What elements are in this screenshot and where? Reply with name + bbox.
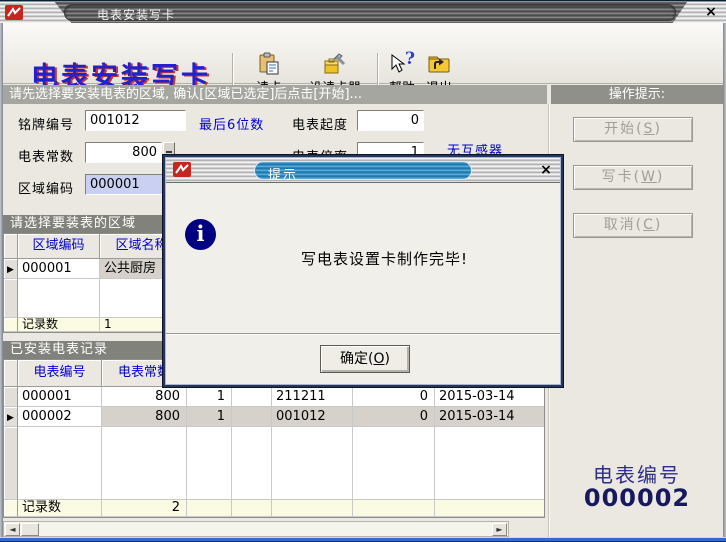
table-filler-row — [4, 427, 544, 500]
table-cell: 000001 — [18, 387, 102, 407]
table-row[interactable]: 000001 800 1 211211 0 2015-03-14 — [4, 387, 544, 407]
scrollbar-thumb[interactable] — [21, 523, 39, 536]
meter-number-value: 000002 — [551, 484, 723, 512]
constant-label: 电表常数 — [18, 146, 74, 165]
app-window: 电表安装写卡 × 电表安装写卡 读卡 — [0, 0, 726, 542]
record-count-label: 记录数 — [18, 318, 100, 332]
table-cell: 000001 — [18, 259, 100, 279]
table-cell: 1 — [187, 387, 232, 407]
window-bottom-edge — [0, 537, 726, 542]
message-dialog: 提示 × i 写电表设置卡制作完毕! 确定(O) — [163, 155, 563, 387]
table-row[interactable]: ▶ 000002 800 1 001012 0 2015-03-14 — [4, 407, 544, 427]
table-cell: 000002 — [18, 407, 102, 427]
ops-panel-title: 操作提示: — [551, 85, 723, 104]
header-cell: 电表编号 — [18, 360, 102, 387]
nameplate-input[interactable] — [85, 110, 186, 131]
dialog-separator — [166, 333, 560, 335]
scroll-right-button[interactable]: ► — [492, 523, 507, 536]
reader-setup-icon — [323, 52, 347, 76]
start-reading-input[interactable] — [357, 110, 424, 131]
app-logo-icon — [5, 5, 23, 24]
exit-icon — [427, 52, 451, 76]
horizontal-scrollbar[interactable]: ◄ ► — [3, 521, 509, 537]
dialog-close-button[interactable]: × — [538, 162, 554, 178]
window-left-edge — [0, 23, 3, 537]
instruction-bar: 请先选择要安装电表的区域, 确认[区域已选定]后点击[开始]... — [3, 85, 547, 104]
dialog-titlebar: 提示 × — [166, 158, 560, 183]
card-reader-icon — [257, 52, 281, 76]
constant-input[interactable] — [85, 142, 162, 163]
window-close-button[interactable]: × — [702, 4, 720, 20]
table-cell: 0 — [353, 387, 435, 407]
scroll-left-button[interactable]: ◄ — [5, 523, 20, 536]
row-selector: ▶ — [4, 259, 18, 279]
area-code-label: 区域编码 — [18, 178, 74, 197]
cancel-button[interactable]: 取消(C) — [573, 213, 693, 238]
meter-table-footer: 记录数 2 — [4, 500, 544, 517]
nameplate-label: 铭牌编号 — [18, 114, 74, 133]
header-cell: 区域编码 — [18, 234, 100, 259]
table-cell: 211211 — [272, 387, 353, 407]
table-cell: 001012 — [272, 407, 353, 427]
table-cell: 2015-03-14 — [435, 407, 544, 427]
info-icon: i — [185, 219, 216, 250]
table-cell: 800 — [102, 387, 187, 407]
dialog-logo-icon — [173, 162, 191, 181]
ok-button[interactable]: 确定(O) — [320, 345, 410, 373]
help-question-glyph: ? — [405, 49, 415, 69]
header-cell — [4, 360, 18, 387]
table-cell: 800 — [102, 407, 187, 427]
write-card-button[interactable]: 写卡(W) — [573, 165, 693, 190]
header: 电表安装写卡 读卡 — [3, 23, 723, 84]
row-selector — [4, 387, 18, 407]
window-title: 电表安装写卡 — [97, 6, 175, 23]
start-reading-label: 电表起度 — [292, 114, 348, 133]
table-cell — [232, 387, 272, 407]
dialog-message: 写电表设置卡制作完毕! — [301, 248, 468, 269]
record-count-value: 2 — [102, 500, 187, 517]
help-icon: ? — [390, 52, 414, 76]
record-count-label: 记录数 — [18, 500, 102, 517]
titlebar: 电表安装写卡 × — [0, 0, 726, 23]
start-button[interactable]: 开始(S) — [573, 117, 693, 142]
table-cell: 2015-03-14 — [435, 387, 544, 407]
table-cell: 0 — [353, 407, 435, 427]
header-cell — [4, 234, 18, 259]
table-cell — [232, 407, 272, 427]
row-selector: ▶ — [4, 407, 18, 427]
table-cell: 1 — [187, 407, 232, 427]
nameplate-hint: 最后6位数 — [199, 114, 264, 133]
dialog-title: 提示 — [268, 164, 298, 183]
